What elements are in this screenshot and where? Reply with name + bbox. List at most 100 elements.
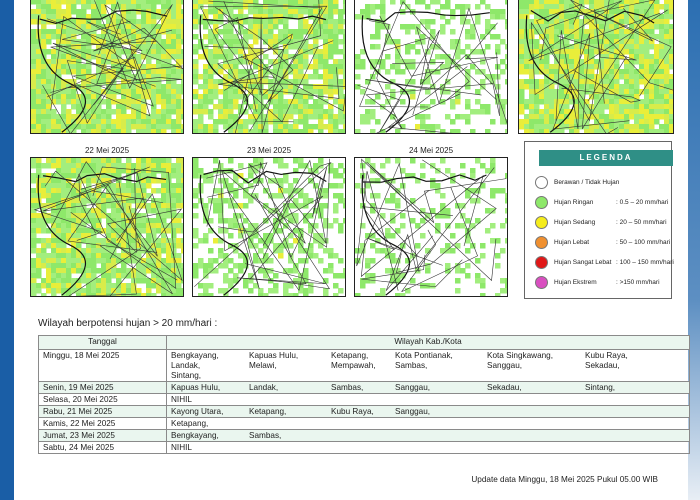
table-heading: Wilayah berpotensi hujan > 20 mm/hari : — [38, 318, 218, 329]
row-regions: Bengkayang, Sambas, — [166, 429, 690, 442]
rain-map-2 — [192, 0, 346, 134]
legend-label: Hujan Lebat — [554, 238, 590, 246]
col-wilayah-header: Wilayah Kab./Kota — [166, 335, 690, 350]
legend-swatch — [535, 235, 548, 249]
legend-label: Hujan Ekstrem — [554, 278, 597, 286]
rain-map-1 — [30, 0, 184, 134]
update-timestamp: Update data Minggu, 18 Mei 2025 Pukul 05… — [471, 475, 658, 484]
row-date: Rabu, 21 Mei 2025 — [38, 405, 167, 418]
rain-map-1-graphic — [31, 0, 183, 133]
region-name: NIHIL — [171, 443, 192, 452]
rain-map-4-graphic — [519, 0, 673, 133]
region-name: Kota Singkawang, — [487, 351, 553, 360]
legend-item: Hujan Ringan : 0.5 – 20 mm/hari — [535, 195, 668, 209]
table-row: Rabu, 21 Mei 2025 Kayong Utara, Ketapang, K… — [38, 405, 690, 418]
region-name: Landak, — [171, 361, 201, 370]
region-name: Kubu Raya, — [331, 407, 374, 416]
region-name: Kayong Utara, — [171, 407, 224, 416]
region-name: Kapuas Hulu, — [249, 351, 299, 360]
map-date-label: 22 Mei 2025 — [84, 146, 130, 155]
rain-map-3-graphic — [355, 0, 507, 133]
rain-map-3 — [354, 0, 508, 134]
legend-range: : 0.5 – 20 mm/hari — [616, 198, 669, 206]
row-regions: NIHIL — [166, 441, 690, 454]
rain-map-4 — [518, 0, 674, 134]
legend-range: : 100 – 150 mm/hari — [616, 258, 674, 266]
row-date: Senin, 19 Mei 2025 — [38, 381, 167, 394]
legend-label: Berawan / Tidak Hujan — [554, 178, 620, 186]
region-name: Sanggau, — [395, 383, 431, 392]
legend-item: Hujan Sangat Lebat : 100 – 150 mm/hari — [535, 255, 674, 269]
table-row: Minggu, 18 Mei 2025 Bengkayang, Kapuas Hul… — [38, 349, 690, 382]
legend-label: Hujan Sangat Lebat — [554, 258, 612, 266]
region-name: Kubu Raya, — [585, 351, 628, 360]
region-name: Bengkayang, — [171, 351, 219, 360]
row-date: Kamis, 22 Mei 2025 — [38, 417, 167, 430]
rain-map-2-graphic — [193, 0, 345, 133]
legend-item: Berawan / Tidak Hujan — [535, 175, 619, 189]
rain-map-7-graphic — [355, 158, 507, 296]
table-header-row: Tanggal Wilayah Kab./Kota — [38, 335, 690, 350]
row-regions: NIHIL — [166, 393, 690, 406]
row-regions: Bengkayang, Kapuas Hulu, Ketapang, Kota Pon… — [166, 349, 690, 382]
region-name: Sambas, — [331, 383, 364, 392]
left-border-strip — [0, 0, 14, 500]
legend-range: : 20 – 50 mm/hari — [616, 218, 667, 226]
rain-map-5-graphic — [31, 158, 183, 296]
rain-map-6 — [192, 157, 346, 297]
region-name: Sintang, — [585, 383, 616, 392]
rain-map-5 — [30, 157, 184, 297]
region-name: Sekadau, — [487, 383, 522, 392]
region-name: Sanggau, — [487, 361, 523, 370]
legend-item: Hujan Sedang : 20 – 50 mm/hari — [535, 215, 667, 229]
region-name: Sintang, — [171, 371, 202, 380]
region-name: NIHIL — [171, 395, 192, 404]
table-row: Kamis, 22 Mei 2025 Ketapang, — [38, 417, 690, 430]
legend-box: LEGENDA Berawan / Tidak Hujan Hujan Ring… — [524, 141, 674, 299]
table-row: Sabtu, 24 Mei 2025 NIHIL — [38, 441, 690, 454]
rain-region-table: Tanggal Wilayah Kab./Kota Minggu, 18 Mei… — [38, 335, 690, 454]
row-regions: Kayong Utara, Ketapang, Kubu Raya, Sanggau, — [166, 405, 690, 418]
region-name: Kota Pontianak, — [395, 351, 453, 360]
rain-map-7 — [354, 157, 508, 297]
row-date: Jumat, 23 Mei 2025 — [38, 429, 167, 442]
row-date: Sabtu, 24 Mei 2025 — [38, 441, 167, 454]
forecast-panel: 22 Mei 2025 23 Mei 2025 24 Mei 2025 LEGE… — [14, 0, 690, 500]
region-name: Kapuas Hulu, — [171, 383, 221, 392]
region-name: Sambas, — [395, 361, 428, 370]
legend-title: LEGENDA — [539, 150, 673, 166]
region-name: Sekadau, — [585, 361, 620, 370]
legend-range: : >150 mm/hari — [616, 278, 660, 286]
map-date-label: 24 Mei 2025 — [408, 146, 454, 155]
legend-range: : 50 – 100 mm/hari — [616, 238, 671, 246]
table-row: Senin, 19 Mei 2025 Kapuas Hulu, Landak, Sam… — [38, 381, 690, 394]
region-name: Ketapang, — [331, 351, 369, 360]
legend-swatch — [535, 215, 548, 229]
region-name: Ketapang, — [171, 419, 209, 428]
region-name: Bengkayang, — [171, 431, 219, 440]
legend-swatch — [535, 255, 548, 269]
legend-item: Hujan Lebat : 50 – 100 mm/hari — [535, 235, 670, 249]
region-name: Melawi, — [249, 361, 277, 370]
legend-swatch — [535, 195, 548, 209]
row-date: Selasa, 20 Mei 2025 — [38, 393, 167, 406]
legend-label: Hujan Sedang — [554, 218, 596, 226]
region-name: Ketapang, — [249, 407, 287, 416]
row-regions: Kapuas Hulu, Landak, Sambas, Sanggau, Sekada… — [166, 381, 690, 394]
legend-item: Hujan Ekstrem : >150 mm/hari — [535, 275, 660, 289]
table-row: Jumat, 23 Mei 2025 Bengkayang, Sambas, — [38, 429, 690, 442]
map-date-label: 23 Mei 2025 — [246, 146, 292, 155]
row-regions: Ketapang, — [166, 417, 690, 430]
row-date: Minggu, 18 Mei 2025 — [38, 349, 167, 382]
rain-map-6-graphic — [193, 158, 345, 296]
region-name: Landak, — [249, 383, 279, 392]
region-name: Mempawah, — [331, 361, 376, 370]
legend-label: Hujan Ringan — [554, 198, 594, 206]
table-row: Selasa, 20 Mei 2025 NIHIL — [38, 393, 690, 406]
region-name: Sanggau, — [395, 407, 431, 416]
legend-swatch — [535, 175, 548, 189]
region-name: Sambas, — [249, 431, 282, 440]
legend-swatch — [535, 275, 548, 289]
table-body: Minggu, 18 Mei 2025 Bengkayang, Kapuas Hul… — [38, 349, 690, 454]
col-tanggal-header: Tanggal — [38, 335, 167, 350]
